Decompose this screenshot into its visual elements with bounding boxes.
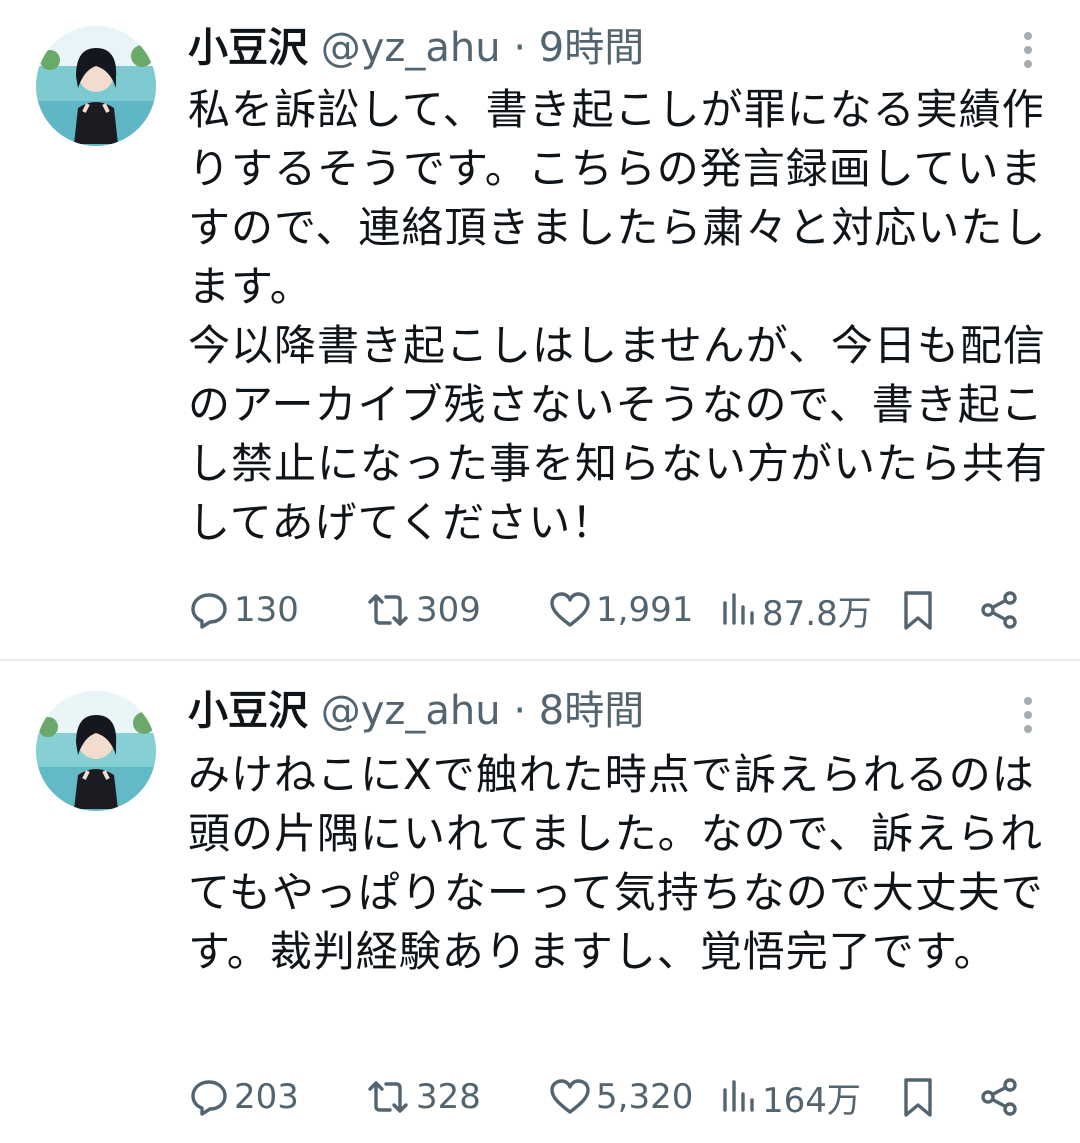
share-button[interactable] [978, 582, 1022, 638]
repost-icon [364, 1076, 412, 1118]
author-handle[interactable]: @yz_ahu [321, 25, 501, 71]
tweet-header: 小豆沢 @yz_ahu · 9時間 [188, 22, 644, 74]
author-handle[interactable]: @yz_ahu [321, 688, 501, 734]
timestamp[interactable]: 8時間 [539, 688, 644, 734]
reply-icon [188, 589, 230, 631]
reply-button[interactable]: 130 [188, 582, 299, 638]
views-button[interactable]: 164万 [720, 1069, 861, 1125]
heart-icon [548, 1076, 592, 1118]
bookmark-button[interactable] [898, 1069, 938, 1125]
repost-button[interactable]: 328 [364, 1069, 481, 1125]
tweet[interactable]: 小豆沢 @yz_ahu · 9時間 私を訴訟して、書き起こしが罪になる実績作りす… [0, 0, 1080, 661]
author-name[interactable]: 小豆沢 [188, 688, 308, 734]
action-bar: 203 328 5,320 164万 [188, 1069, 1038, 1125]
reply-count: 130 [234, 590, 299, 630]
more-vertical-icon[interactable] [1022, 695, 1034, 735]
reply-button[interactable]: 203 [188, 1069, 299, 1125]
reply-icon [188, 1076, 230, 1118]
more-vertical-icon[interactable] [1022, 30, 1034, 70]
avatar[interactable] [36, 691, 156, 811]
like-count: 1,991 [596, 590, 694, 630]
repost-count: 309 [416, 590, 481, 630]
share-icon [978, 1075, 1022, 1119]
views-button[interactable]: 87.8万 [720, 582, 872, 638]
share-icon [978, 588, 1022, 632]
like-button[interactable]: 5,320 [548, 1069, 693, 1125]
like-button[interactable]: 1,991 [548, 582, 693, 638]
views-chart-icon [720, 1076, 758, 1118]
tweet-text: みけねこにXで触れた時点で訴えられるのは頭の片隅にいれてました。なので、訴えられ… [188, 745, 1048, 981]
views-chart-icon [720, 589, 758, 631]
author-name[interactable]: 小豆沢 [188, 25, 308, 71]
reply-count: 203 [234, 1077, 299, 1117]
repost-count: 328 [416, 1077, 481, 1117]
separator-dot: · [513, 25, 527, 71]
bookmark-button[interactable] [898, 582, 938, 638]
share-button[interactable] [978, 1069, 1022, 1125]
avatar[interactable] [36, 26, 156, 146]
tweet[interactable]: 小豆沢 @yz_ahu · 8時間 みけねこにXで触れた時点で訴えられるのは頭の… [0, 661, 1080, 1143]
tweet-header: 小豆沢 @yz_ahu · 8時間 [188, 685, 644, 737]
view-count: 164万 [762, 1080, 861, 1121]
bookmark-icon [898, 1075, 938, 1119]
repost-icon [364, 589, 412, 631]
tweet-text: 私を訴訟して、書き起こしが罪になる実績作りするそうです。こちらの発言録画していま… [188, 80, 1048, 552]
repost-button[interactable]: 309 [364, 582, 481, 638]
separator-dot: · [513, 688, 527, 734]
timestamp[interactable]: 9時間 [539, 25, 644, 71]
like-count: 5,320 [596, 1077, 694, 1117]
view-count: 87.8万 [762, 593, 872, 634]
tweet-paragraph: みけねこにXで触れた時点で訴えられるのは頭の片隅にいれてました。なので、訴えられ… [188, 750, 1044, 976]
bookmark-icon [898, 588, 938, 632]
action-bar: 130 309 1,991 87.8万 [188, 582, 1038, 638]
tweet-paragraph: 今以降書き起こしはしませんが、今日も配信のアーカイブ残さないそうなので、書き起こ… [188, 321, 1049, 547]
heart-icon [548, 589, 592, 631]
tweet-paragraph: 私を訴訟して、書き起こしが罪になる実績作りするそうです。こちらの発言録画していま… [188, 85, 1047, 311]
